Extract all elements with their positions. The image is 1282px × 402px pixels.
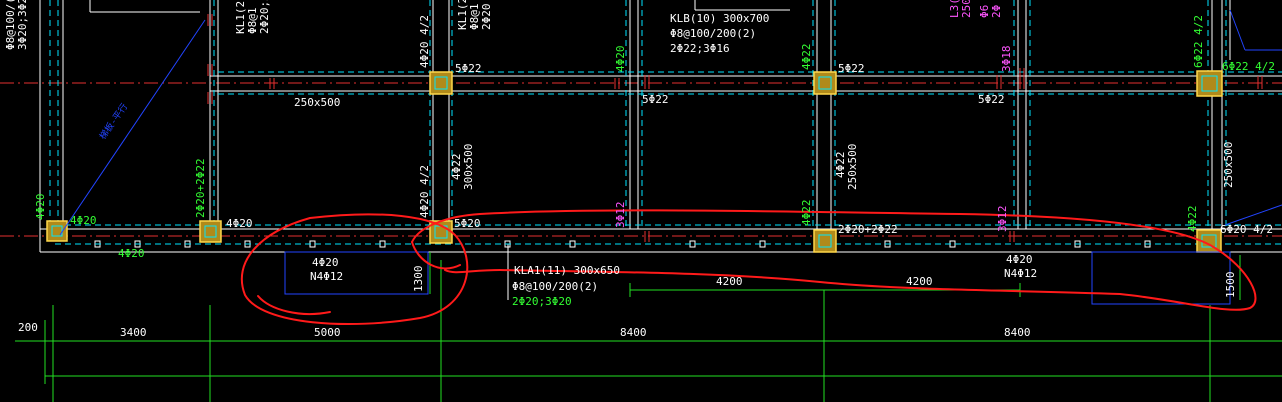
note-kl1-c: 2Φ20;3 [258,0,271,34]
note-c2-4020: 4Φ20 [226,217,253,230]
note-c4-2020-2022: 2Φ20+2Φ22 [838,223,898,236]
note-kla1-3: 2Φ20;3Φ20 [512,295,572,308]
note-6022-upper: 6Φ22 4/2 [1222,60,1275,73]
note-v-250x500-a: 250x500 [846,144,859,190]
column-c3-upper[interactable] [429,71,453,95]
hidden-lines [49,0,1282,245]
note-v-4020-42-b: 4Φ20 4/2 [418,165,431,218]
note-v-4022-g1: 4Φ22 [800,44,813,71]
note-under-n4-b: N4Φ12 [1004,267,1037,280]
beam-lines [39,0,1282,300]
note-250x500: 250x500 [294,96,340,109]
note-v-6022-42: 6Φ22 4/2 [1192,15,1205,68]
note-v-2020-2022: 2Φ20+2Φ22 [194,158,207,218]
dim-3400: 3400 [120,326,147,339]
red-markup[interactable] [240,209,1257,325]
note-under-4020-a: 4Φ20 [312,256,339,269]
note-c1-4020: 4Φ20 [70,214,97,227]
column-c4-lower[interactable] [813,229,837,253]
axis-lines [0,82,1282,237]
note-under-4020-b: 4Φ20 [1006,253,1033,266]
note-l3-d: 2Φ [990,5,1003,18]
note-klb-3: 2Φ22;3Φ16 [670,42,730,55]
note-kla1-2: Φ8@100/200(2) [512,280,598,293]
column-c1[interactable] [46,220,68,242]
dim-5000: 5000 [314,326,341,339]
dim-200: 200 [18,321,38,334]
note-kla1-1: KLA1(11) 300x650 [514,264,620,277]
dim-4200-a: 4200 [716,275,743,288]
note-l3-b: 250 [960,0,973,18]
note-under-n4-a: N4Φ12 [310,270,343,283]
note-klb-2: Φ8@100/200(2) [670,27,756,40]
note-5022-c: 5Φ22 [838,62,865,75]
dim-1300: 1300 [412,266,425,293]
note-5022-b: 5Φ22 [642,93,669,106]
note-klb-1: KLB(10) 300x700 [670,12,769,25]
note-v-4022-g2: 4Φ22 [800,200,813,227]
note-c3-5020: 5Φ20 [454,217,481,230]
dim-1500: 1500 [1224,272,1237,299]
markup-tail [411,241,461,270]
note-v-250x500-b: 250x500 [1222,142,1235,188]
note-c5-6020-42: 6Φ20 4/2 [1220,223,1273,236]
dim-8400-b: 8400 [1004,326,1031,339]
column-c5-upper[interactable] [1196,70,1223,97]
note-top-left-2: 3Φ20;3Φ2 [16,0,29,50]
note-v-300x500: 300x500 [462,144,475,190]
beam-tick-marks [94,240,1151,248]
note-stair: 梯板-平行 [97,101,131,142]
note-c1-4020-g: 4Φ20 [118,247,145,260]
dim-4200-b: 4200 [906,275,933,288]
red-bar-marks [207,14,1263,242]
annotation-labels: Φ8@100/( 3Φ20;3Φ2 KL1(2 Φ8@1 2Φ20;3 KL1(… [4,0,1275,339]
dim-8400-a: 8400 [620,326,647,339]
note-kl1-2c: 2Φ20 [480,4,493,31]
column-c4-upper[interactable] [813,71,837,95]
note-m-3012-c: 3Φ12 [996,206,1009,233]
note-m-3018: 3Φ18 [1000,46,1013,73]
note-5022-d: 5Φ22 [978,93,1005,106]
note-v-4020-42-a: 4Φ20 4/2 [418,15,431,68]
note-v-4020-g: 4Φ20 [614,46,627,73]
note-v-4022-g3: 4Φ22 [1186,206,1199,233]
note-5022-a: 5Φ22 [455,62,482,75]
markup-hook-left [257,295,331,316]
note-v-4020-left: 4Φ20 [34,194,47,221]
cad-drawing-canvas[interactable]: Φ8@100/( 3Φ20;3Φ2 KL1(2 Φ8@1 2Φ20;3 KL1(… [0,0,1282,402]
note-m-3012: 3Φ12 [614,202,627,229]
column-c2[interactable] [199,220,222,243]
